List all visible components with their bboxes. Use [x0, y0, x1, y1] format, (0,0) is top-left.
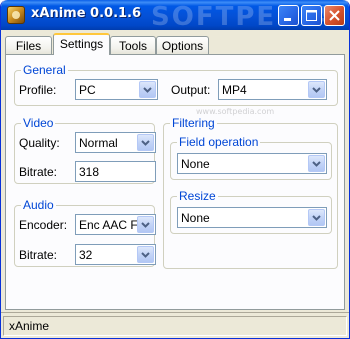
field-operation-select[interactable]: None	[177, 153, 327, 174]
encoder-value: Enc AAC F	[79, 218, 137, 232]
resize-dropdown-button[interactable]	[308, 209, 325, 226]
tab-settings[interactable]: Settings	[53, 33, 110, 55]
profile-label: Profile:	[19, 83, 57, 97]
quality-value: Normal	[79, 136, 118, 150]
field-operation-dropdown-button[interactable]	[308, 155, 325, 172]
chevron-down-icon	[141, 252, 150, 258]
output-value: MP4	[222, 83, 247, 97]
field-operation-group: Field operation None	[170, 135, 332, 180]
encoder-select[interactable]: Enc AAC F	[75, 214, 156, 235]
chevron-down-icon	[312, 215, 321, 221]
status-bar: xAnime	[1, 312, 349, 338]
profile-dropdown-button[interactable]	[139, 81, 156, 98]
settings-panel: www.softpedia.com General Profile: PC Ou…	[5, 54, 345, 310]
tab-options[interactable]: Options	[156, 36, 209, 55]
video-legend: Video	[21, 116, 56, 130]
field-operation-legend: Field operation	[177, 135, 261, 149]
app-icon[interactable]	[7, 6, 25, 24]
audio-legend: Audio	[21, 198, 56, 212]
resize-group: Resize None	[170, 189, 332, 234]
window-title: xAnime 0.0.1.6	[31, 6, 142, 21]
general-legend: General	[21, 63, 68, 77]
maximize-button[interactable]	[301, 5, 322, 26]
output-label: Output:	[171, 83, 211, 97]
maximize-icon	[306, 10, 317, 21]
audio-bitrate-value: 32	[79, 248, 93, 262]
chevron-down-icon	[312, 161, 321, 167]
profile-value: PC	[79, 83, 96, 97]
app-window: xAnime 0.0.1.6 SOFTPEDIA Files Settings …	[0, 0, 350, 339]
chevron-down-icon	[141, 222, 150, 228]
watermark-url: www.softpedia.com	[196, 107, 275, 116]
quality-select[interactable]: Normal	[75, 132, 156, 153]
encoder-label: Encoder:	[19, 218, 68, 232]
output-dropdown-button[interactable]	[308, 81, 325, 98]
quality-label: Quality:	[19, 136, 60, 150]
video-bitrate-value: 318	[79, 165, 100, 179]
video-bitrate-input[interactable]: 318	[75, 161, 156, 182]
audio-bitrate-dropdown-button[interactable]	[137, 246, 154, 263]
tab-tools[interactable]: Tools	[110, 36, 156, 55]
encoder-dropdown-button[interactable]	[137, 216, 154, 233]
general-group: General Profile: PC Output: MP4	[14, 63, 338, 106]
resize-select[interactable]: None	[177, 207, 327, 228]
resize-legend: Resize	[177, 189, 218, 203]
tab-strip: Files Settings Tools Options	[5, 33, 345, 55]
video-group: Video Quality: Normal Bitrate: 318	[14, 116, 156, 184]
tab-files[interactable]: Files	[5, 36, 52, 55]
audio-bitrate-label: Bitrate:	[19, 248, 58, 262]
close-icon	[329, 10, 340, 21]
chevron-down-icon	[143, 87, 152, 93]
minimize-button[interactable]	[278, 5, 299, 26]
status-text: xAnime	[9, 319, 50, 333]
chevron-down-icon	[141, 140, 150, 146]
minimize-icon	[284, 18, 291, 21]
filtering-legend: Filtering	[170, 116, 217, 130]
filtering-group: Filtering Field operation None Resize No…	[163, 116, 338, 269]
status-pane: xAnime	[3, 316, 347, 336]
title-bar[interactable]: xAnime 0.0.1.6 SOFTPEDIA	[1, 0, 349, 32]
output-select[interactable]: MP4	[218, 79, 327, 100]
audio-bitrate-select[interactable]: 32	[75, 244, 156, 265]
profile-select[interactable]: PC	[75, 79, 158, 100]
field-operation-value: None	[181, 157, 210, 171]
close-button[interactable]	[324, 5, 345, 26]
audio-group: Audio Encoder: Enc AAC F Bitrate: 32	[14, 198, 156, 267]
resize-value: None	[181, 211, 210, 225]
chevron-down-icon	[312, 87, 321, 93]
video-bitrate-label: Bitrate:	[19, 165, 58, 179]
quality-dropdown-button[interactable]	[137, 134, 154, 151]
